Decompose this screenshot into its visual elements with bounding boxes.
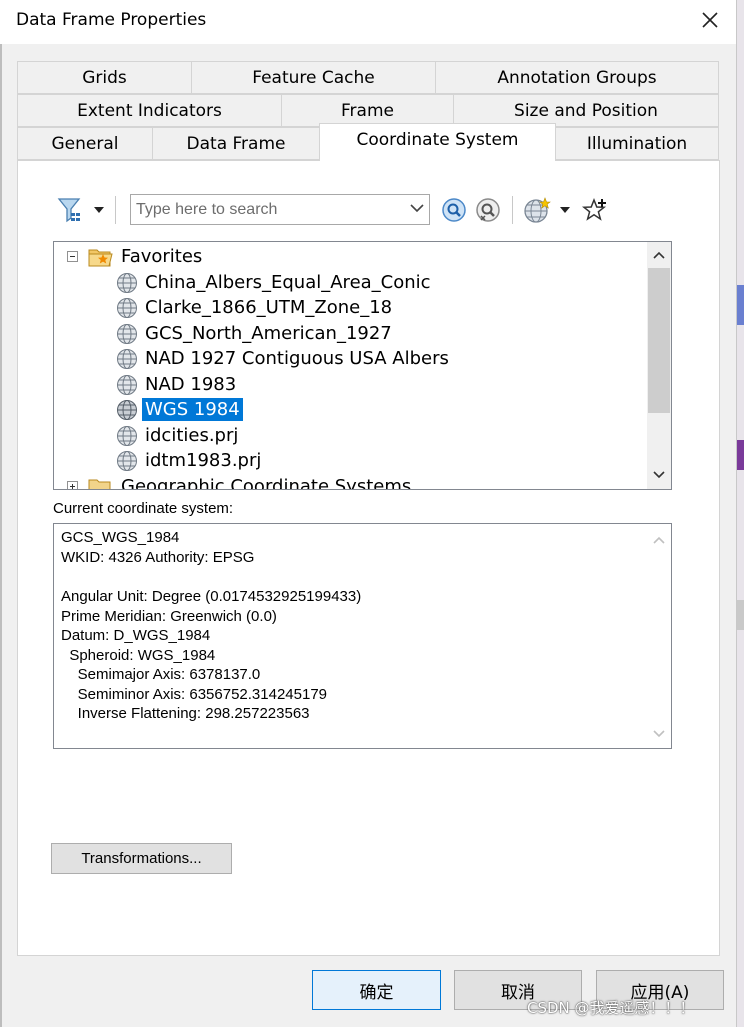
detail-line: Spheroid: WGS_1984 <box>61 647 216 664</box>
tab-label: Extent Indicators <box>77 100 222 121</box>
tab-label: Frame <box>341 100 394 121</box>
folder-icon <box>88 479 111 489</box>
current-coordinate-system-label: Current coordinate system: <box>53 500 234 517</box>
tree-folder-favorites[interactable]: Favorites <box>88 244 205 269</box>
tree-item-label: WGS 1984 <box>142 398 243 421</box>
tab-feature-cache[interactable]: Feature Cache <box>191 61 436 94</box>
tree-folder-geographic[interactable]: Geographic Coordinate Systems <box>88 474 414 490</box>
tree-item[interactable]: idtm1983.prj <box>116 448 264 473</box>
tree-item-label: China_Albers_Equal_Area_Conic <box>145 272 431 293</box>
detail-line: Angular Unit: Degree (0.0174532925199433… <box>61 588 362 605</box>
globe-icon <box>117 450 137 471</box>
scroll-down-icon[interactable] <box>653 730 665 738</box>
tree-scrollbar[interactable] <box>647 242 671 489</box>
chevron-down-icon[interactable] <box>410 203 424 213</box>
tab-label: Feature Cache <box>252 67 375 88</box>
search-combobox[interactable] <box>130 194 430 225</box>
coordinate-system-tree[interactable]: Favorites China_Albers_Equal_Area_Conic … <box>53 241 672 490</box>
clear-search-icon[interactable] <box>475 197 501 223</box>
scrollbar-thumb[interactable] <box>648 268 670 413</box>
tree-item-label: NAD 1983 <box>145 374 237 395</box>
scroll-up-icon[interactable] <box>653 536 665 544</box>
tree-item[interactable]: GCS_North_American_1927 <box>116 321 395 346</box>
toolbar-separator <box>512 196 513 224</box>
search-input[interactable] <box>131 195 401 224</box>
detail-line: Semimajor Axis: 6378137.0 <box>61 666 261 683</box>
tree-item-label: idcities.prj <box>145 425 239 446</box>
detail-line: Semiminor Axis: 6356752.314245179 <box>61 686 328 703</box>
tree-item[interactable]: idcities.prj <box>116 423 241 448</box>
coordinate-system-details[interactable]: GCS_WGS_1984 WKID: 4326 Authority: EPSG … <box>53 523 672 749</box>
tab-label: Annotation Groups <box>497 67 657 88</box>
tab-label: Illumination <box>586 133 688 154</box>
window-title: Data Frame Properties <box>16 10 207 30</box>
tree-item-label: NAD 1927 Contiguous USA Albers <box>145 348 449 369</box>
globe-icon <box>117 374 137 395</box>
globe-icon <box>117 399 137 420</box>
tab-label: General <box>51 133 119 154</box>
filter-dropdown-icon[interactable] <box>93 206 105 214</box>
close-icon[interactable] <box>698 8 722 32</box>
detail-line: WKID: 4326 Authority: EPSG <box>61 549 255 566</box>
tab-grids[interactable]: Grids <box>17 61 192 94</box>
tab-general[interactable]: General <box>17 127 153 160</box>
tree-item[interactable]: Clarke_1866_UTM_Zone_18 <box>116 295 395 320</box>
toolbar-separator <box>115 196 116 224</box>
globe-icon <box>117 297 137 318</box>
tree-folder-label: Geographic Coordinate Systems <box>121 476 412 490</box>
title-bar: Data Frame Properties <box>0 0 744 44</box>
tab-label: Grids <box>82 67 127 88</box>
detail-line: Inverse Flattening: 298.257223563 <box>61 705 310 722</box>
scroll-down-icon[interactable] <box>653 471 665 479</box>
globe-dropdown-icon[interactable] <box>559 206 571 214</box>
tree-item-label: idtm1983.prj <box>145 450 262 471</box>
globe-icon <box>117 425 137 446</box>
tab-illumination[interactable]: Illumination <box>555 127 719 160</box>
tab-label: Data Frame <box>186 133 286 154</box>
tab-data-frame[interactable]: Data Frame <box>152 127 320 160</box>
window-border <box>0 0 2 1027</box>
search-icon[interactable] <box>441 197 467 223</box>
transformations-button[interactable]: Transformations... <box>51 843 232 874</box>
tree-item[interactable]: NAD 1927 Contiguous USA Albers <box>116 346 452 371</box>
collapse-icon[interactable] <box>67 251 78 262</box>
filter-icon[interactable] <box>57 196 83 224</box>
favorite-star-icon[interactable] <box>581 196 609 224</box>
tab-label: Coordinate System <box>356 129 519 150</box>
watermark: CSDN @我爱遥感！！！ <box>527 999 695 1017</box>
details-scrollbar[interactable] <box>647 524 671 748</box>
tree-item[interactable]: NAD 1983 <box>116 372 239 397</box>
tab-extent-indicators[interactable]: Extent Indicators <box>17 94 282 127</box>
folder-favorites-icon <box>88 249 113 266</box>
tab-annotation-groups[interactable]: Annotation Groups <box>435 61 719 94</box>
tree-item[interactable]: China_Albers_Equal_Area_Conic <box>116 270 434 295</box>
tab-coordinate-system[interactable]: Coordinate System <box>319 123 556 161</box>
background-window-edge <box>736 0 744 1027</box>
scroll-up-icon[interactable] <box>653 251 665 259</box>
globe-icon <box>117 323 137 344</box>
globe-add-icon[interactable] <box>523 196 551 224</box>
tree-folder-label: Favorites <box>121 246 203 267</box>
expand-icon[interactable] <box>67 481 78 489</box>
tree-item-label: Clarke_1866_UTM_Zone_18 <box>145 297 393 318</box>
ok-button[interactable]: 确定 <box>312 970 441 1010</box>
detail-line: Prime Meridian: Greenwich (0.0) <box>61 608 277 625</box>
globe-icon <box>117 348 137 369</box>
tree-item-label: GCS_North_American_1927 <box>145 323 392 344</box>
tree-item-selected[interactable]: WGS 1984 <box>116 397 243 422</box>
detail-line: GCS_WGS_1984 <box>61 529 180 546</box>
globe-icon <box>117 272 137 293</box>
detail-line: Datum: D_WGS_1984 <box>61 627 211 644</box>
tab-label: Size and Position <box>514 100 658 121</box>
